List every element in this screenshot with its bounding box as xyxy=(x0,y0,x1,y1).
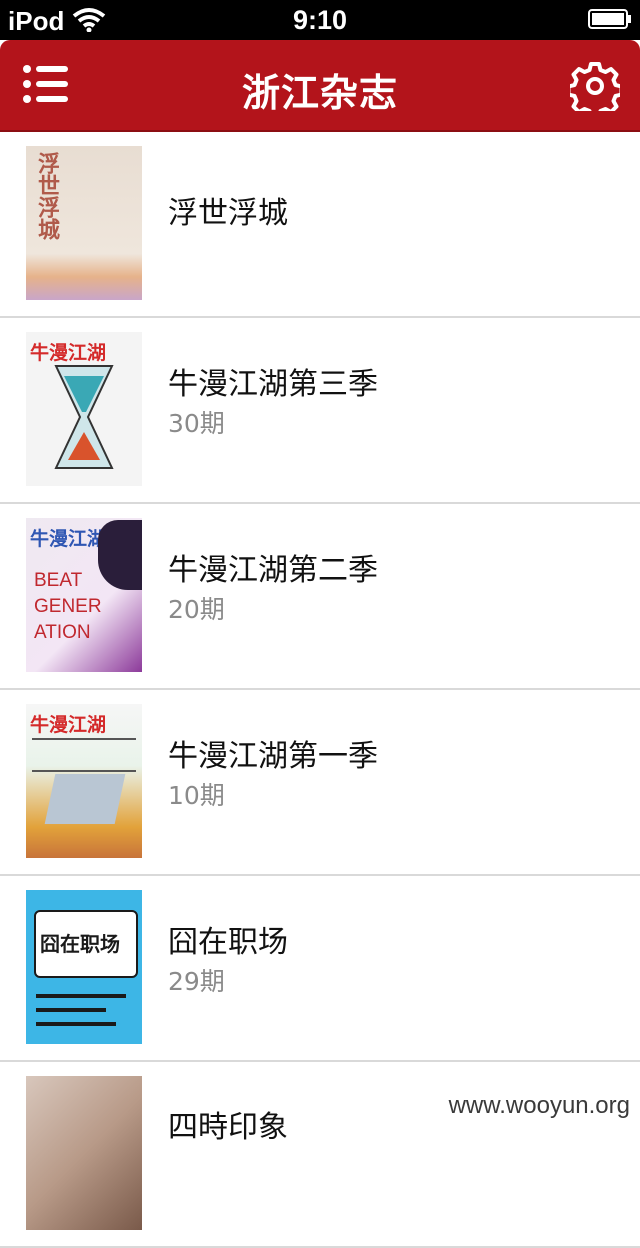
list-item[interactable]: 囧在职场 囧在职场 29期 xyxy=(0,876,640,1062)
cover-masthead: 牛漫江湖 xyxy=(30,528,107,550)
issue-count: 30期 xyxy=(168,409,225,438)
magazine-title: 囧在职场 xyxy=(168,925,288,960)
list-item[interactable]: 四時印象 xyxy=(0,1062,640,1248)
magazine-cover: 牛漫江湖 xyxy=(26,332,142,486)
page-title: 浙江杂志 xyxy=(241,71,398,115)
settings-gear-icon[interactable] xyxy=(570,61,620,111)
magazine-list: 浮世浮城 浮世浮城 牛漫江湖 牛漫江湖第三季 30期 牛漫江湖 BEAT GENE… xyxy=(0,132,640,1248)
status-bar: iPod 9:10 xyxy=(0,0,640,40)
magazine-cover: 浮世浮城 xyxy=(26,146,142,300)
magazine-title: 牛漫江湖第二季 xyxy=(168,553,378,588)
list-item[interactable]: 牛漫江湖 BEAT GENER ATION 牛漫江湖第二季 20期 xyxy=(0,504,640,690)
issue-count: 10期 xyxy=(168,781,225,810)
magazine-cover: 牛漫江湖 BEAT GENER ATION xyxy=(26,518,142,672)
navigation-bar: 浙江杂志 xyxy=(0,40,640,132)
issue-count: 20期 xyxy=(168,595,225,624)
magazine-title: 浮世浮城 xyxy=(168,196,288,231)
battery-icon xyxy=(588,9,631,29)
magazine-cover xyxy=(26,1076,142,1230)
watermark: www.wooyun.org xyxy=(448,1092,630,1119)
cover-masthead: 囧在职场 xyxy=(40,932,120,956)
magazine-cover: 囧在职场 xyxy=(26,890,142,1044)
cover-masthead: 牛漫江湖 xyxy=(30,714,107,736)
list-item[interactable]: 牛漫江湖 牛漫江湖第一季 10期 xyxy=(0,690,640,876)
list-item[interactable]: 牛漫江湖 牛漫江湖第三季 30期 xyxy=(0,318,640,504)
list-item[interactable]: 浮世浮城 浮世浮城 xyxy=(0,132,640,318)
magazine-cover: 牛漫江湖 xyxy=(26,704,142,858)
magazine-title: 四時印象 xyxy=(168,1110,288,1145)
magazine-title: 牛漫江湖第一季 xyxy=(168,739,378,774)
status-time: 9:10 xyxy=(292,5,348,35)
issue-count: 29期 xyxy=(168,967,225,996)
cover-masthead: 浮世浮城 xyxy=(34,152,59,240)
cover-masthead: 牛漫江湖 xyxy=(30,342,107,364)
magazine-title: 牛漫江湖第三季 xyxy=(168,367,378,402)
